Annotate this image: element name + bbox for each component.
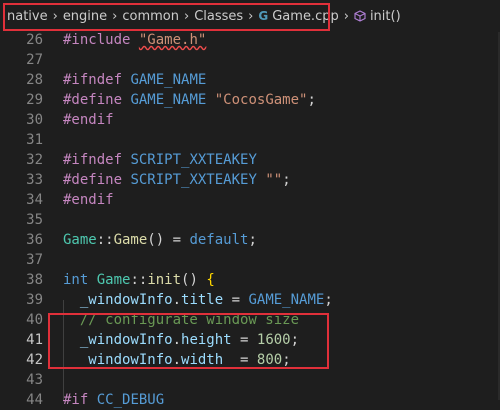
code-line[interactable]: 36 Game::Game() = default;: [0, 230, 500, 250]
line-number: 34: [26, 192, 43, 208]
breadcrumb-item-game-cpp[interactable]: G Game.cpp: [258, 9, 338, 24]
code-line[interactable]: 44 #if CC_DEBUG: [0, 390, 500, 410]
chevron-right-icon: ›: [343, 8, 349, 24]
code-line[interactable]: 26 #include "Game.h": [0, 30, 500, 50]
breadcrumb-item-engine[interactable]: engine: [63, 9, 107, 24]
breadcrumb-label: common: [122, 8, 179, 24]
breadcrumb-item-native[interactable]: native: [7, 9, 48, 24]
code-line[interactable]: 39 _windowInfo.title = GAME_NAME;: [0, 290, 500, 310]
code-text[interactable]: #endif: [63, 110, 114, 130]
line-number: 36: [26, 232, 43, 248]
chevron-right-icon: ›: [112, 8, 118, 24]
line-number: 32: [26, 152, 43, 168]
code-line[interactable]: 35: [0, 210, 500, 230]
code-line[interactable]: 41 _windowInfo.height = 1600;: [0, 330, 500, 350]
line-number: 31: [26, 132, 43, 148]
cpp-file-icon: G: [258, 9, 269, 23]
line-number: 44: [26, 392, 43, 408]
breadcrumb-label: native: [7, 8, 48, 24]
line-number: 41: [26, 332, 43, 348]
chevron-right-icon: ›: [248, 8, 254, 24]
breadcrumb-item-init[interactable]: init(): [354, 9, 401, 24]
code-line[interactable]: 42 _windowInfo.width = 800;: [0, 350, 500, 370]
chevron-right-icon: ›: [183, 8, 190, 24]
breadcrumb-label: Classes: [194, 8, 244, 24]
code-text[interactable]: _windowInfo.title = GAME_NAME;: [63, 290, 333, 310]
breadcrumb-label: engine: [62, 8, 108, 24]
line-number: 30: [26, 112, 43, 128]
line-number: 33: [26, 172, 43, 188]
breadcrumb: native › engine › common › Classes › G G…: [0, 0, 500, 32]
code-line[interactable]: 38 int Game::init() {: [0, 270, 500, 290]
code-line[interactable]: 29 #define GAME_NAME "CocosGame";: [0, 90, 500, 110]
code-line[interactable]: 34 #endif: [0, 190, 500, 210]
line-number: 29: [26, 92, 43, 108]
code-text[interactable]: int Game::init() {: [63, 270, 215, 290]
code-line[interactable]: 31: [0, 130, 500, 150]
line-number: 26: [26, 32, 43, 48]
line-number: 39: [26, 292, 43, 308]
code-text[interactable]: // configurate window size: [63, 310, 299, 330]
line-number: 37: [26, 252, 43, 268]
breadcrumb-item-common[interactable]: common: [122, 9, 179, 24]
line-number: 42: [26, 352, 43, 368]
code-text[interactable]: #ifndef SCRIPT_XXTEAKEY: [63, 150, 257, 170]
code-line[interactable]: 32 #ifndef SCRIPT_XXTEAKEY: [0, 150, 500, 170]
code-text[interactable]: #include "Game.h": [63, 30, 206, 50]
breadcrumb-label: init(): [369, 8, 401, 24]
code-line[interactable]: 28 #ifndef GAME_NAME: [0, 70, 500, 90]
method-cube-icon: [354, 10, 366, 22]
code-line[interactable]: 43: [0, 370, 500, 390]
code-line[interactable]: 27: [0, 50, 500, 70]
chevron-right-icon: ›: [52, 8, 58, 24]
code-editor[interactable]: 26 #include "Game.h" 27 28 #ifndef GAME_NAME…: [0, 30, 500, 410]
code-text[interactable]: #define SCRIPT_XXTEAKEY "";: [63, 170, 291, 190]
code-line[interactable]: 33 #define SCRIPT_XXTEAKEY "";: [0, 170, 500, 190]
line-number: 35: [26, 212, 43, 228]
line-number: 40: [26, 312, 43, 328]
code-text[interactable]: #ifndef GAME_NAME: [63, 70, 206, 90]
code-text[interactable]: _windowInfo.width = 800;: [63, 350, 291, 370]
line-number: 38: [26, 272, 43, 288]
code-line[interactable]: 37: [0, 250, 500, 270]
indent-guide: [63, 300, 64, 400]
code-text[interactable]: _windowInfo.height = 1600;: [63, 330, 299, 350]
breadcrumb-label: Game.cpp: [272, 8, 339, 24]
line-number: 28: [26, 72, 43, 88]
breadcrumb-item-classes[interactable]: Classes: [194, 9, 243, 24]
code-text[interactable]: #define GAME_NAME "CocosGame";: [63, 90, 316, 110]
code-text[interactable]: #endif: [63, 190, 114, 210]
code-text[interactable]: #if CC_DEBUG: [63, 390, 164, 410]
code-line[interactable]: 40 // configurate window size: [0, 310, 500, 330]
line-number: 43: [26, 372, 43, 388]
code-text[interactable]: Game::Game() = default;: [63, 230, 257, 250]
line-number: 27: [26, 52, 43, 68]
code-line[interactable]: 30 #endif: [0, 110, 500, 130]
